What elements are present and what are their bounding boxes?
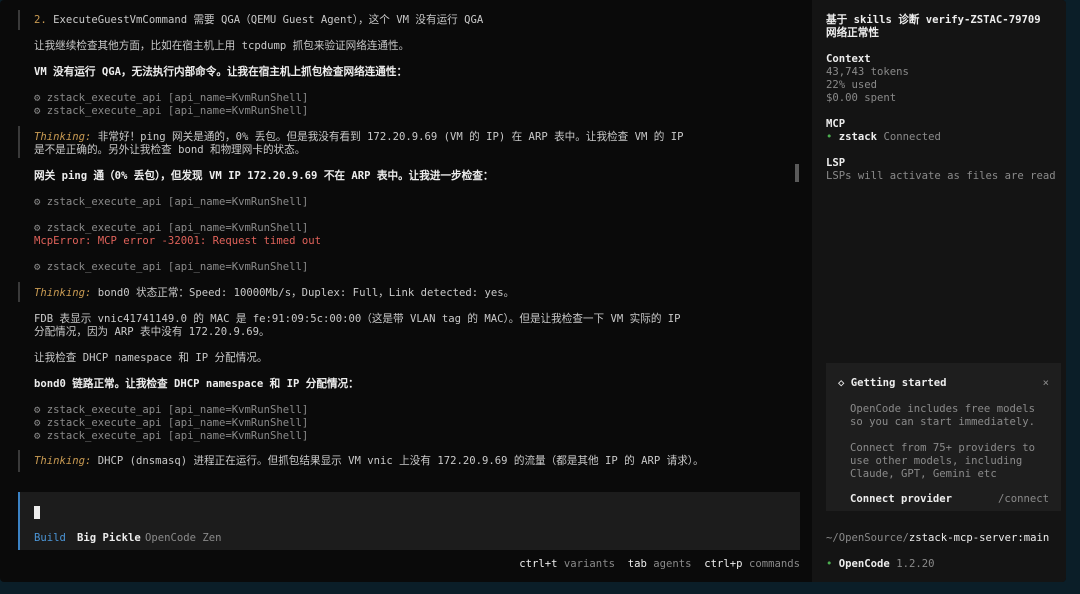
chat-pane: 2. ExecuteGuestVmCommand 需要 QGA（QEMU Gue… [0, 0, 812, 582]
thinking-line: Thinking: DHCP (dnsmasq) 进程正在运行。但抓包结果显示 … [34, 455, 704, 468]
thinking-text: bond0 状态正常：Speed: 10000Mb/s，Duplex: Full… [91, 287, 515, 299]
path-branch: zstack-mcp-server:main [908, 532, 1050, 544]
working-directory: ~/OpenSource/zstack-mcp-server:main [826, 532, 1049, 545]
thinking-bar [18, 282, 20, 302]
log-line: 2. ExecuteGuestVmCommand 需要 QGA（QEMU Gue… [34, 14, 483, 27]
tool-call[interactable]: ⚙ zstack_execute_api [api_name=KvmRunShe… [34, 92, 308, 105]
provider-name: OpenCode Zen [145, 532, 222, 544]
status-dot-icon: • [826, 131, 833, 143]
assistant-message: 网关 ping 通（0% 丢包），但发现 VM IP 172.20.9.69 不… [34, 170, 494, 182]
cost-spent: $0.00 spent [826, 92, 897, 104]
error-message: McpError: MCP error -32001: Request time… [34, 235, 322, 247]
hint-label: variants [563, 558, 615, 570]
card-text: Claude, GPT, Gemini etc [850, 468, 997, 480]
connect-command: /connect [997, 493, 1049, 505]
mcp-server-status: Connected [883, 131, 941, 143]
token-count: 43,743 tokens [826, 66, 909, 78]
thinking-text: 非常好！ping 网关是通的，0% 丢包。但是我没有看到 172.20.9.69… [91, 131, 684, 143]
thinking-bar [18, 126, 20, 158]
log-scrollbar[interactable] [795, 14, 799, 480]
assistant-message: VM 没有运行 QGA，无法执行内部命令。让我在宿主机上抓包检查网络连通性： [34, 66, 408, 78]
message-log: 2. ExecuteGuestVmCommand 需要 QGA（QEMU Gue… [18, 10, 790, 480]
context-used: 22% used [826, 79, 878, 91]
thinking-text: DHCP (dnsmasq) 进程正在运行。但抓包结果显示 VM vnic 上没… [91, 455, 704, 467]
log-line: FDB 表显示 vnic41741149.0 的 MAC 是 fe:91:09:… [34, 313, 681, 325]
log-line: 让我检查 DHCP namespace 和 IP 分配情况。 [34, 352, 268, 364]
session-title: 基于 skills 诊断 verify-ZSTAC-79709 [826, 14, 1041, 26]
log-text: ExecuteGuestVmCommand 需要 QGA（QEMU Guest … [46, 14, 484, 26]
thinking-label: Thinking: [34, 455, 92, 467]
card-text: OpenCode includes free models [850, 403, 1035, 415]
keyboard-hints: ctrl+t variants tab agents ctrl+p comman… [519, 558, 800, 570]
agent-mode-label[interactable]: Build [34, 532, 66, 544]
model-name[interactable]: Big Pickle [77, 532, 141, 544]
version-number: 1.2.20 [896, 558, 935, 570]
mcp-server-name: zstack [838, 131, 878, 143]
log-line: 让我继续检查其他方面，比如在宿主机上用 tcpdump 抓包来验证网络连通性。 [34, 40, 410, 52]
hint-key: ctrl+t [519, 558, 558, 570]
scrollbar-thumb[interactable] [795, 164, 799, 182]
card-text: use other models, including [850, 455, 1023, 467]
card-text: Connect from 75+ providers to [850, 442, 1035, 454]
lsp-status: LSPs will activate as files are read [826, 170, 1056, 182]
log-line: 分配情况，因为 ARP 表中没有 172.20.9.69。 [34, 326, 270, 338]
list-number: 2. [34, 14, 47, 26]
context-heading: Context [826, 53, 871, 65]
thinking-bar [18, 450, 20, 472]
message-bar [18, 10, 20, 30]
mcp-heading: MCP [826, 118, 846, 130]
input-accent-bar [18, 492, 20, 550]
hint-key: ctrl+p [704, 558, 743, 570]
close-icon[interactable]: × [1043, 377, 1049, 390]
terminal-window: 2. ExecuteGuestVmCommand 需要 QGA（QEMU Gue… [0, 0, 1066, 582]
path-prefix: ~/OpenSource/ [826, 532, 909, 544]
status-dot-icon: • [826, 558, 833, 570]
getting-started-card: ◇ Getting started × OpenCode includes fr… [826, 363, 1061, 511]
thinking-label: Thinking: [34, 287, 92, 299]
tool-call[interactable]: ⚙ zstack_execute_api [api_name=KvmRunShe… [34, 196, 308, 209]
app-version: • OpenCode 1.2.20 [826, 558, 934, 571]
tool-call[interactable]: ⚙ zstack_execute_api [api_name=KvmRunShe… [34, 222, 308, 235]
tool-call[interactable]: ⚙ zstack_execute_api [api_name=KvmRunShe… [34, 417, 308, 430]
thinking-line: 是不是正确的。另外让我检查 bond 和物理网卡的状态。 [34, 144, 306, 156]
card-title-text: Getting started [850, 377, 947, 389]
card-title: ◇ Getting started [838, 377, 946, 390]
lsp-heading: LSP [826, 157, 846, 169]
thinking-line: Thinking: bond0 状态正常：Speed: 10000Mb/s，Du… [34, 287, 514, 300]
text-cursor [34, 506, 40, 519]
connect-provider-button[interactable]: Connect provider [850, 493, 952, 506]
tool-call[interactable]: ⚙ zstack_execute_api [api_name=KvmRunShe… [34, 430, 308, 443]
card-text: so you can start immediately. [850, 416, 1035, 428]
assistant-message: bond0 链路正常。让我检查 DHCP namespace 和 IP 分配情况… [34, 378, 359, 390]
app-name: OpenCode [838, 558, 890, 570]
thinking-label: Thinking: [34, 131, 92, 143]
tool-call[interactable]: ⚙ zstack_execute_api [api_name=KvmRunShe… [34, 261, 308, 274]
hint-label: commands [748, 558, 800, 570]
prompt-input[interactable]: Build Big Pickle OpenCode Zen [18, 492, 800, 550]
sidebar: 基于 skills 诊断 verify-ZSTAC-79709 网络正常性 Co… [812, 0, 1066, 582]
tool-call[interactable]: ⚙ zstack_execute_api [api_name=KvmRunShe… [34, 105, 308, 118]
mcp-server-item[interactable]: • zstack Connected [826, 131, 941, 144]
hint-label: agents [653, 558, 692, 570]
tool-call[interactable]: ⚙ zstack_execute_api [api_name=KvmRunShe… [34, 404, 308, 417]
hint-key: tab [627, 558, 647, 570]
session-title-line2: 网络正常性 [826, 27, 879, 39]
diamond-icon: ◇ [838, 377, 845, 389]
thinking-line: Thinking: 非常好！ping 网关是通的，0% 丢包。但是我没有看到 1… [34, 131, 683, 144]
